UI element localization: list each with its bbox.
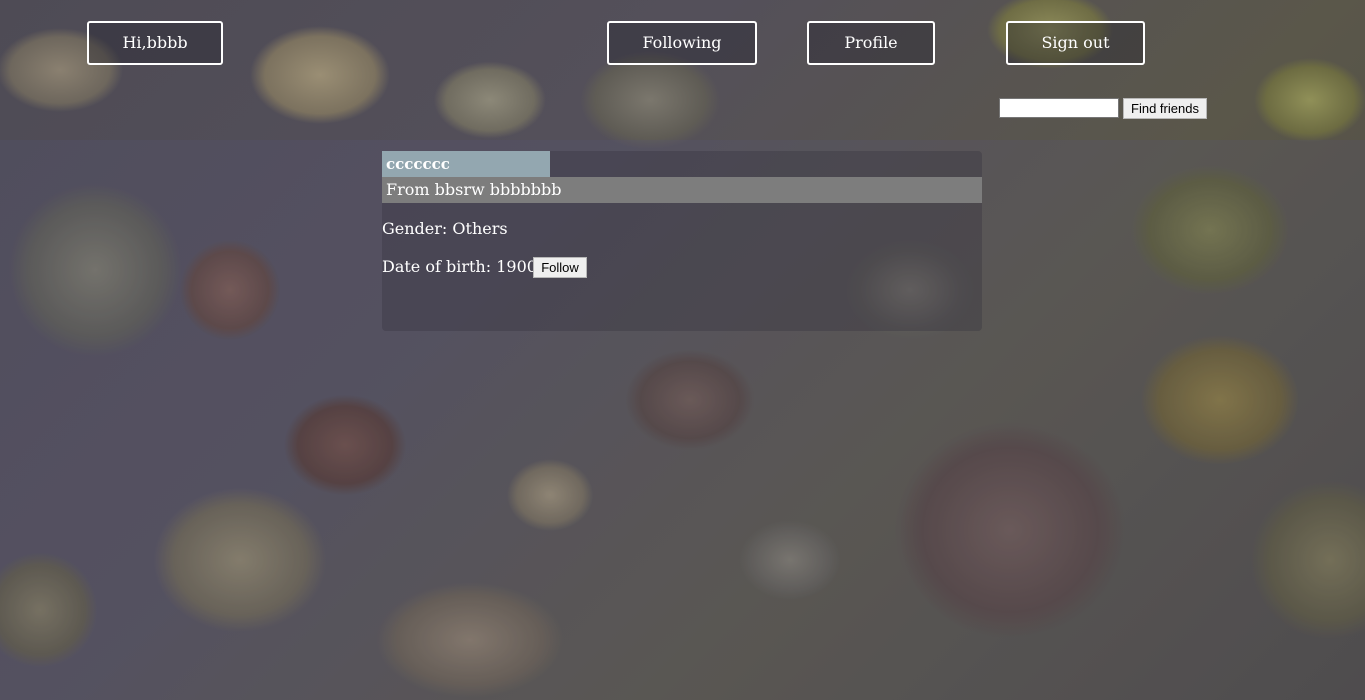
profile-location: From bbsrw bbbbbbb: [382, 177, 982, 203]
profile-card: ccccccc From bbsrw bbbbbbb Gender: Other…: [382, 151, 982, 331]
page-background: { "nav": { "greeting": "Hi,bbbb", "follo…: [0, 0, 1365, 700]
sign-out-button[interactable]: Sign out: [1006, 21, 1145, 65]
profile-gender: Gender: Others: [382, 219, 508, 238]
find-friends-button[interactable]: Find friends: [1123, 98, 1207, 119]
greeting-button[interactable]: Hi,bbbb: [87, 21, 223, 65]
search-input[interactable]: [999, 98, 1119, 118]
following-button[interactable]: Following: [607, 21, 757, 65]
profile-username: ccccccc: [382, 151, 550, 177]
follow-button[interactable]: Follow: [533, 257, 587, 278]
profile-button[interactable]: Profile: [807, 21, 935, 65]
